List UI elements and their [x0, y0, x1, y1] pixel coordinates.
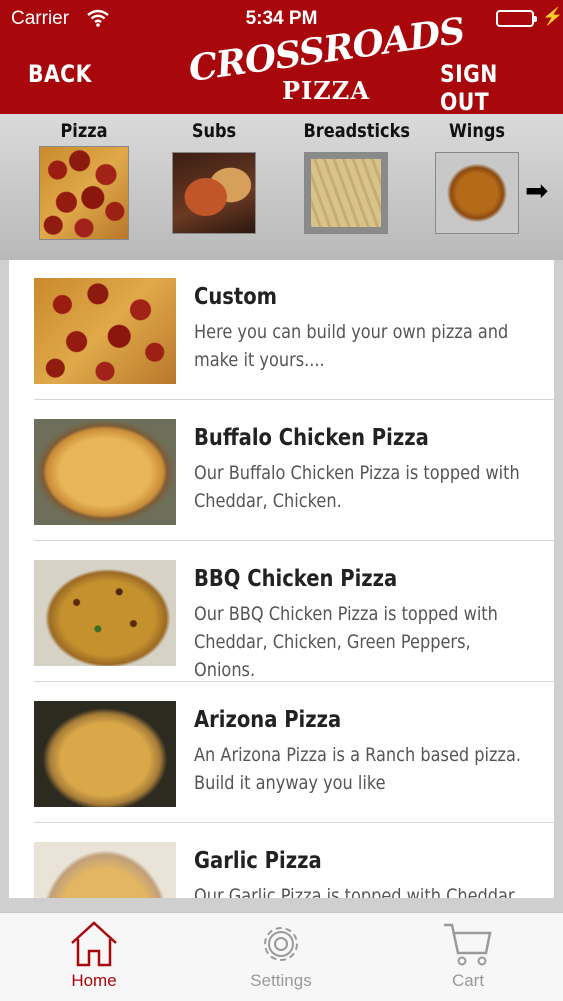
garlic-pizza-image [34, 842, 176, 898]
list-item[interactable]: Garlic Pizza Our Garlic Pizza is topped … [9, 824, 554, 898]
category-pizza[interactable]: Pizza [34, 120, 134, 240]
status-time: 5:34 PM [245, 8, 318, 29]
cart-icon [444, 923, 492, 966]
charging-bolt-icon: ⚡ [542, 7, 563, 26]
category-label: Wings [448, 120, 506, 142]
desc-line: Here you can build your own pizza and [194, 321, 509, 343]
item-description: Our Garlic Pizza is topped with Cheddar [194, 882, 534, 898]
breadsticks-thumbnail [304, 152, 388, 234]
logo-text-pizza: PIZZA [282, 76, 370, 105]
divider [34, 399, 554, 400]
category-label: Subs [191, 120, 237, 142]
divider [34, 540, 554, 541]
app-header: Carrier 5:34 PM ⚡ BACK CROSSROADS PIZZA … [0, 0, 563, 116]
tab-bar: Home Settings Cart [0, 912, 563, 1001]
item-description: Here you can build your own pizza and ma… [194, 318, 534, 374]
list-item[interactable]: Arizona Pizza An Arizona Pizza is a Ranc… [9, 683, 554, 823]
item-title: Custom [194, 284, 278, 310]
arizona-pizza-image [34, 701, 176, 807]
desc-line: Our Buffalo Chicken Pizza is topped with [194, 462, 520, 484]
battery-icon [496, 10, 537, 27]
item-title: Arizona Pizza [194, 707, 342, 733]
category-breadsticks[interactable]: Breadsticks [296, 120, 410, 234]
category-label: Breadsticks [303, 120, 410, 142]
list-item[interactable]: BBQ Chicken Pizza Our BBQ Chicken Pizza … [9, 542, 554, 682]
tab-label: Cart [451, 971, 485, 990]
category-strip: Pizza Subs Breadsticks Wings ➡ [0, 114, 563, 260]
tab-label: Home [71, 971, 117, 990]
category-subs[interactable]: Subs [164, 120, 264, 234]
category-wings[interactable]: Wings [427, 120, 527, 234]
buffalo-chicken-pizza-image [34, 419, 176, 525]
item-description: Our Buffalo Chicken Pizza is topped with… [194, 459, 534, 515]
item-title: Garlic Pizza [194, 848, 322, 874]
divider [34, 681, 554, 682]
list-item[interactable]: Custom Here you can build your own pizza… [9, 260, 554, 400]
gear-icon [264, 927, 298, 961]
sign-out-button[interactable]: SIGN OUT [440, 60, 545, 116]
desc-line: Build it anyway you like [194, 772, 386, 794]
tab-settings[interactable]: Settings [211, 919, 351, 991]
menu-list[interactable]: Custom Here you can build your own pizza… [9, 260, 554, 898]
status-bar: Carrier 5:34 PM ⚡ [0, 0, 563, 38]
tab-home[interactable]: Home [24, 919, 164, 991]
item-description: An Arizona Pizza is a Ranch based pizza.… [194, 741, 534, 797]
category-label: Pizza [60, 120, 108, 142]
subs-thumbnail [172, 152, 256, 234]
wings-thumbnail [435, 152, 519, 234]
list-item[interactable]: Buffalo Chicken Pizza Our Buffalo Chicke… [9, 401, 554, 541]
item-description: Our BBQ Chicken Pizza is topped with Che… [194, 600, 534, 684]
crossroads-pizza-logo: CROSSROADS PIZZA [186, 10, 467, 108]
desc-line: An Arizona Pizza is a Ranch based pizza. [194, 744, 521, 766]
desc-line: Cheddar, Chicken. [194, 490, 342, 512]
desc-line: Our BBQ Chicken Pizza is topped with [194, 603, 498, 625]
custom-pizza-image [34, 278, 176, 384]
item-title: BBQ Chicken Pizza [194, 566, 398, 592]
desc-line: make it yours.... [194, 349, 325, 371]
tab-label: Settings [250, 971, 312, 990]
pizza-thumbnail [39, 146, 129, 240]
bbq-chicken-pizza-image [34, 560, 176, 666]
desc-line: Our Garlic Pizza is topped with Cheddar [194, 885, 515, 898]
home-icon [71, 921, 117, 967]
item-title: Buffalo Chicken Pizza [194, 425, 429, 451]
back-button[interactable]: BACK [28, 60, 92, 88]
divider [34, 822, 554, 823]
arrow-right-icon[interactable]: ➡ [525, 174, 548, 207]
tab-cart[interactable]: Cart [398, 919, 538, 991]
desc-line: Cheddar, Chicken, Green Peppers, Onions. [194, 631, 471, 681]
